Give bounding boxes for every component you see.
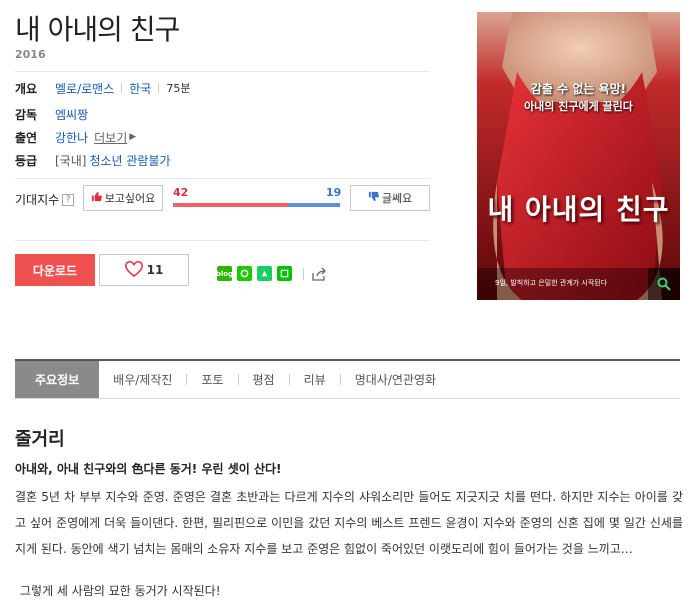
synopsis-title: 줄거리 [15, 429, 65, 450]
rating-prefix: [국내] [55, 153, 87, 168]
tab-bar: 주요정보 배우/제작진 포토 평점 리뷰 명대사/연관영화 [15, 359, 680, 399]
movie-poster[interactable]: 감출 수 없는 욕망! 아내의 친구에게 끌린다 내 아내의 친구 9일, 발칙… [477, 12, 680, 300]
rating-label: 등급 [15, 153, 38, 168]
chevron-right-icon: ▶ [129, 132, 137, 142]
line-icon[interactable] [277, 266, 292, 281]
divider [15, 240, 430, 241]
poster-image [477, 12, 680, 300]
director-link[interactable]: 엠씨짱 [55, 106, 88, 123]
heart-icon [124, 260, 143, 280]
blog-icon[interactable]: blog [216, 266, 233, 281]
cast-link[interactable]: 강한나 [55, 129, 88, 146]
zoom-search-button[interactable] [648, 268, 680, 300]
info-rating-row: 등급 [국내] 청소년 관람불가 [15, 151, 171, 169]
genre-link[interactable]: 멜로/로맨스 [55, 80, 114, 97]
want-to-see-label: 보고싶어요 [104, 192, 156, 205]
share-icon[interactable] [311, 266, 327, 285]
want-count: 42 [173, 186, 189, 199]
cast-label: 출연 [15, 130, 38, 145]
like-button[interactable]: 11 [99, 254, 189, 286]
poster-tagline-2: 아내의 친구에게 끌린다 [524, 100, 633, 113]
meh-count: 19 [326, 186, 342, 199]
separator [121, 83, 123, 93]
tab-photo[interactable]: 포토 [187, 361, 237, 398]
tab-cast-crew[interactable]: 배우/제작진 [99, 361, 186, 398]
poster-bottom-text: 9일, 발칙하고 은밀한 관계가 시작된다 [495, 279, 608, 287]
poster-tagline-1: 감출 수 없는 욕망! [530, 82, 627, 96]
movie-year: 2016 [15, 48, 46, 61]
tab-quotes-related[interactable]: 명대사/연관영화 [341, 361, 450, 398]
director-label: 감독 [15, 107, 38, 122]
expectation-label: 기대지수 ? [15, 191, 75, 208]
want-bar [173, 203, 288, 207]
not-sure-label: 글쎄요 [381, 192, 413, 205]
synopsis-body: 결혼 5년 차 부부 지수와 준영. 준영은 결혼 초반과는 다르게 지수의 샤… [15, 490, 683, 556]
overview-label: 개요 [15, 81, 38, 96]
not-sure-button[interactable]: 글쎄요 [350, 185, 430, 211]
meh-bar [288, 203, 340, 207]
like-count: 11 [146, 263, 164, 277]
runtime: 75분 [166, 82, 191, 95]
kakao-icon[interactable] [257, 266, 272, 281]
separator [158, 83, 160, 93]
band-icon[interactable] [237, 266, 252, 281]
tab-review[interactable]: 리뷰 [290, 361, 340, 398]
help-icon[interactable]: ? [62, 193, 75, 206]
tab-rating[interactable]: 평점 [239, 361, 289, 398]
thumbs-down-icon [368, 191, 379, 205]
info-cast-row: 출연 강한나 더보기 ▶ [15, 128, 136, 146]
movie-title: 내 아내의 친구 [15, 13, 180, 46]
expectation-text: 기대지수 [15, 193, 60, 207]
info-overview-row: 개요 멜로/로맨스 한국 75분 [15, 79, 190, 97]
synopsis-ending: 그렇게 세 사람의 묘한 동거가 시작된다! [20, 584, 221, 598]
separator [303, 268, 304, 280]
share-icons: blog [216, 266, 292, 281]
divider [15, 178, 430, 179]
divider [15, 71, 430, 72]
download-button[interactable]: 다운로드 [15, 254, 95, 286]
poster-title: 내 아내의 친구 [487, 193, 670, 226]
info-director-row: 감독 엠씨짱 [15, 105, 88, 123]
more-cast-link[interactable]: 더보기 [94, 129, 127, 146]
want-to-see-button[interactable]: 보고싶어요 [83, 185, 163, 211]
rating-link[interactable]: 청소년 관람불가 [89, 152, 170, 169]
search-icon [657, 277, 671, 291]
country-link[interactable]: 한국 [129, 80, 151, 97]
thumbs-up-icon [91, 191, 102, 205]
tab-main-info[interactable]: 주요정보 [15, 361, 100, 398]
synopsis-headline: 아내와, 아내 친구와의 色다른 동거! 우린 셋이 산다! [15, 462, 282, 476]
